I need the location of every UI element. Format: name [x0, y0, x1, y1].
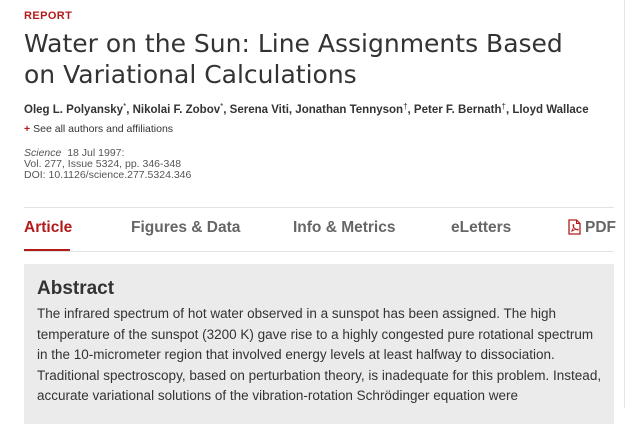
author-link[interactable]: Serena Viti	[230, 104, 289, 116]
article-title: Water on the Sun: Line Assignments Based…	[24, 29, 563, 89]
see-all-authors-link[interactable]: + See all authors and affiliations	[24, 123, 173, 135]
abstract-section: Abstract The infrared spectrum of hot wa…	[24, 264, 614, 424]
author-link[interactable]: Nikolai F. Zobov*	[133, 102, 224, 116]
citation-block: Science 18 Jul 1997: Vol. 277, Issue 532…	[24, 148, 191, 181]
author-link[interactable]: Lloyd Wallace	[512, 104, 588, 116]
tab-pdf[interactable]: PDF	[568, 219, 616, 237]
pdf-icon	[568, 219, 581, 235]
tabs-divider-top	[24, 207, 614, 208]
article-page: REPORT Water on the Sun: Line Assignment…	[0, 0, 640, 424]
author-link[interactable]: Peter F. Bernath†	[414, 102, 506, 116]
tab-info-metrics[interactable]: Info & Metrics	[293, 219, 395, 237]
article-type-label: REPORT	[24, 10, 73, 22]
tab-article[interactable]: Article	[24, 219, 72, 237]
author-link[interactable]: Jonathan Tennyson†	[295, 102, 407, 116]
author-link[interactable]: Oleg L. Polyansky*	[24, 102, 126, 116]
scrollbar-track[interactable]	[624, 0, 625, 408]
tabs-divider-bottom	[24, 251, 614, 252]
abstract-text: The infrared spectrum of hot water obser…	[37, 306, 602, 403]
abstract-heading: Abstract	[37, 278, 115, 299]
tab-figures-data[interactable]: Figures & Data	[131, 219, 240, 237]
author-list: Oleg L. Polyansky*, Nikolai F. Zobov*, S…	[24, 102, 589, 116]
tab-eletters[interactable]: eLetters	[451, 219, 511, 237]
plus-icon: +	[24, 123, 31, 135]
doi[interactable]: DOI: 10.1126/science.277.5324.346	[24, 170, 191, 181]
